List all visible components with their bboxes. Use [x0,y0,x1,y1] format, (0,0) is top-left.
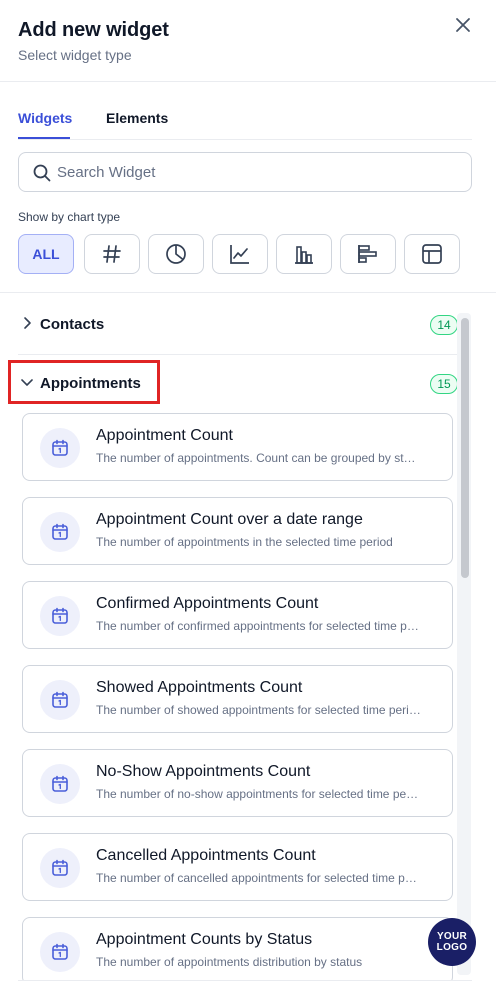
chart-type-filter-label: Show by chart type [18,210,121,224]
tab-elements[interactable]: Elements [106,110,168,126]
chart-type-pie-button[interactable] [148,234,204,274]
calendar-icon [52,523,68,540]
brand-logo: YOUR LOGO [428,918,476,966]
widget-title: Confirmed Appointments Count [96,595,319,612]
calendar-icon [52,691,68,708]
chart-type-bar-button[interactable] [276,234,332,274]
widget-description: The number of appointments distribution … [96,955,363,969]
search-box [18,152,472,192]
widget-description: The number of no-show appointments for s… [96,787,421,801]
logo-text-line2: LOGO [436,942,468,953]
scrollbar-thumb[interactable] [461,318,469,578]
chart-type-horizontal-bar-button[interactable] [340,234,396,274]
card-icon-container [40,596,80,636]
widget-title: No-Show Appointments Count [96,763,311,780]
line-chart-icon [230,245,249,264]
calendar-icon [52,943,68,960]
widget-description: The number of cancelled appointments for… [96,871,421,885]
search-icon [33,164,51,182]
chart-type-all-label: ALL [32,246,60,262]
tab-bar: Widgets Elements [18,100,472,140]
bar-chart-icon [295,246,313,264]
widget-title: Appointment Counts by Status [96,931,313,948]
logo-text-line1: YOUR [436,931,468,942]
chart-type-table-button[interactable] [404,234,460,274]
calendar-icon [52,439,68,456]
close-button[interactable] [452,14,474,36]
tab-widgets[interactable]: Widgets [18,110,72,126]
group-appointments[interactable]: Appointments 15 [18,362,458,408]
widget-description: The number of appointments. Count can be… [96,451,421,465]
widget-card[interactable]: Cancelled Appointments Count The number … [22,833,453,901]
chevron-down-icon [21,379,33,386]
group-count-badge: 15 [430,374,458,394]
card-icon-container [40,680,80,720]
widget-card[interactable]: Showed Appointments Count The number of … [22,665,453,733]
calendar-icon [52,775,68,792]
group-label: Appointments [40,375,141,392]
panel-subtitle: Select widget type [18,47,132,63]
widget-card[interactable]: No-Show Appointments Count The number of… [22,749,453,817]
card-icon-container [40,932,80,972]
widget-title: Appointment Count [96,427,233,444]
chart-type-line-button[interactable] [212,234,268,274]
widget-card[interactable]: Appointment Count over a date range The … [22,497,453,565]
pie-chart-icon [166,244,186,264]
widget-description: The number of confirmed appointments for… [96,619,421,633]
card-icon-container [40,848,80,888]
widget-title: Appointment Count over a date range [96,511,363,528]
horizontal-bar-chart-icon [358,245,377,263]
widget-card[interactable]: Appointment Counts by Status The number … [22,917,453,980]
widget-title: Cancelled Appointments Count [96,847,316,864]
widget-card[interactable]: Confirmed Appointments Count The number … [22,581,453,649]
widget-description: The number of appointments in the select… [96,535,393,549]
panel-header: Add new widget Select widget type [0,0,496,82]
hash-icon [103,245,121,263]
group-count-badge: 14 [430,315,458,335]
close-icon [456,18,470,32]
group-contacts[interactable]: Contacts 14 [18,303,458,355]
group-label: Contacts [40,316,105,333]
card-icon-container [40,428,80,468]
widget-title: Showed Appointments Count [96,679,303,696]
calendar-icon [52,607,68,624]
calendar-icon [52,859,68,876]
widget-list: Contacts 14 Appointments 15 Appointment … [0,293,496,980]
panel-title: Add new widget [18,19,169,41]
widget-description: The number of showed appointments for se… [96,703,421,717]
active-tab-indicator [18,137,70,139]
search-input[interactable] [57,153,457,191]
chart-type-all-button[interactable]: ALL [18,234,74,274]
widget-card[interactable]: Appointment Count The number of appointm… [22,413,453,481]
table-icon [422,244,442,264]
chart-type-number-button[interactable] [84,234,140,274]
card-icon-container [40,764,80,804]
chevron-right-icon [24,317,31,329]
card-icon-container [40,512,80,552]
bottom-divider [18,980,472,981]
